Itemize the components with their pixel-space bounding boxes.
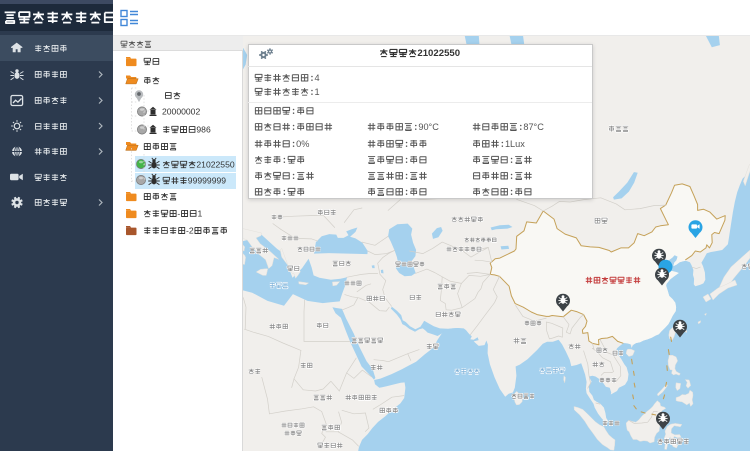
svg-text:-2: -2 <box>186 225 194 235</box>
svg-text:1Lux: 1Lux <box>505 139 525 149</box>
svg-text:-: - <box>177 208 180 218</box>
svg-text:87°C: 87°C <box>523 122 544 132</box>
svg-text:21022550: 21022550 <box>196 159 234 169</box>
svg-text:20000002: 20000002 <box>162 106 200 116</box>
svg-text:986: 986 <box>196 124 211 134</box>
svg-text:1: 1 <box>197 208 202 218</box>
svg-text:0%: 0% <box>296 139 309 149</box>
svg-text:4: 4 <box>314 73 319 83</box>
svg-text:99999999: 99999999 <box>188 175 226 185</box>
svg-text:90°C: 90°C <box>418 122 439 132</box>
svg-text:1: 1 <box>314 87 319 97</box>
svg-text:21022550: 21022550 <box>418 49 461 60</box>
